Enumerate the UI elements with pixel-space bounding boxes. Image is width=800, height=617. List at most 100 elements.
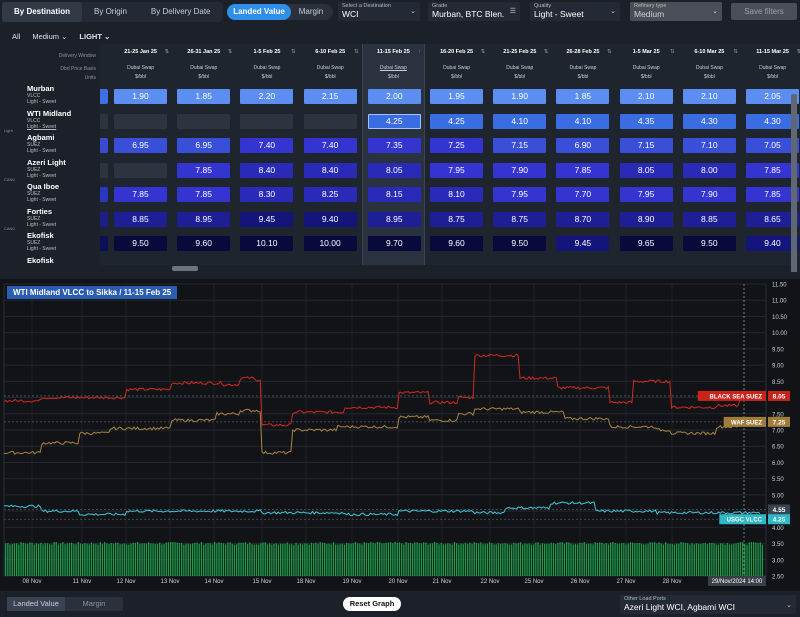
grade-select[interactable]: Grade Murban, BTC Blen... ☰ — [428, 2, 520, 21]
other-load-ports-select[interactable]: Other Load Ports Azeri Light WCI, Agbami… — [620, 595, 796, 614]
sort-icon[interactable]: ⇅ — [165, 49, 170, 55]
graph-canvas[interactable]: 11.5011.0010.5010.009.509.008.508.007.50… — [0, 279, 800, 591]
price-cell[interactable]: 9.70 — [367, 236, 421, 251]
horizontal-scroll-thumb[interactable] — [172, 266, 198, 271]
price-cell[interactable]: 7.85 — [114, 187, 167, 202]
price-cell[interactable]: 7.95 — [430, 162, 483, 178]
tab-by-destination[interactable]: By Destination — [2, 2, 83, 22]
crude-row-label[interactable]: Agbami SUEZ Light - Sweet — [27, 134, 99, 155]
price-cell[interactable]: 7.70 — [556, 187, 610, 202]
price-cell[interactable]: 8.75 — [493, 211, 547, 227]
column-header[interactable]: 1-5 Feb 25 ⇅ — [235, 49, 298, 55]
landed-value-toggle[interactable]: Landed Value — [227, 4, 291, 20]
crude-row-label[interactable]: Forties SUEZ Light - Sweet — [27, 207, 99, 228]
column-header[interactable]: 26-28 Feb 25 ⇅ — [551, 49, 614, 55]
price-cell[interactable]: 8.95 — [367, 211, 421, 227]
price-cell[interactable]: 8.90 — [619, 211, 673, 227]
column-header[interactable]: 26-31 Jan 25 ⇅ — [172, 49, 235, 55]
price-cell[interactable]: 7.15 — [619, 138, 673, 153]
sort-icon[interactable]: ⇅ — [670, 49, 675, 55]
price-cell[interactable]: 2.20 — [240, 89, 294, 104]
price-cell[interactable]: 10.10 — [240, 236, 294, 251]
price-cell[interactable] — [240, 113, 294, 129]
sort-icon[interactable]: ⇅ — [797, 49, 800, 55]
price-cell[interactable]: 8.75 — [430, 211, 483, 227]
graph-margin-toggle[interactable]: Margin — [65, 597, 123, 611]
price-cell[interactable]: 8.70 — [556, 211, 610, 227]
price-cell[interactable]: 1.90 — [114, 89, 167, 104]
price-cell[interactable]: 8.85 — [114, 211, 167, 227]
sort-icon[interactable]: ⇅ — [354, 49, 359, 55]
price-cell[interactable]: 8.40 — [303, 162, 357, 178]
crude-row-label[interactable]: Qua Iboe SUEZ Light - Sweet — [27, 183, 99, 204]
price-cell[interactable]: 8.40 — [240, 162, 294, 178]
price-cell[interactable]: 2.10 — [682, 89, 736, 104]
price-cell[interactable]: 7.35 — [367, 138, 421, 153]
crude-row-label[interactable]: Ekofisk — [27, 256, 99, 265]
price-cell[interactable]: 7.85 — [556, 162, 610, 178]
price-cell[interactable]: 1.85 — [177, 89, 231, 104]
price-cell[interactable]: 7.90 — [493, 162, 547, 178]
refinery-type-select[interactable]: Refinery type Medium ⌄ — [630, 2, 722, 21]
sort-icon[interactable]: ⇅ — [481, 49, 486, 55]
price-cell[interactable]: 6.95 — [177, 138, 231, 153]
price-cell[interactable] — [114, 113, 167, 129]
save-filters-button[interactable]: Save filters — [731, 3, 797, 20]
crude-row-label[interactable]: Ekofisk SUEZ Light - Sweet — [27, 232, 99, 253]
price-cell[interactable] — [114, 162, 167, 178]
price-cell[interactable]: 8.30 — [240, 187, 294, 202]
price-cell[interactable]: 4.25 — [430, 113, 483, 129]
tab-by-delivery-date[interactable]: By Delivery Date — [139, 2, 223, 22]
price-cell[interactable]: 8.95 — [177, 211, 231, 227]
column-header[interactable]: 11-15 Mar 25 ⇅ — [741, 49, 800, 55]
price-cell[interactable]: 7.40 — [303, 138, 357, 153]
price-cell[interactable]: 7.40 — [240, 138, 294, 153]
sort-icon[interactable]: ⇅ — [733, 49, 738, 55]
filter-light[interactable]: LIGHT ⌄ — [79, 32, 110, 41]
price-cell[interactable]: 4.10 — [556, 113, 610, 129]
price-cell[interactable]: 4.10 — [493, 113, 547, 129]
price-cell[interactable] — [177, 113, 231, 129]
filter-all[interactable]: All — [12, 32, 20, 41]
column-header[interactable]: 1-5 Mar 25 ⇅ — [615, 49, 678, 55]
column-header[interactable]: 6-10 Mar 25 ⇅ — [678, 49, 741, 55]
price-cell[interactable]: 7.90 — [682, 187, 736, 202]
price-cell[interactable]: 9.50 — [682, 236, 736, 251]
crude-row-label[interactable]: WTI Midland VLCC Light - Sweet — [27, 109, 99, 130]
margin-toggle[interactable]: Margin — [291, 4, 331, 20]
price-cell[interactable]: 2.00 — [367, 89, 421, 104]
quality-select[interactable]: Quality Light - Sweet ⌄ — [530, 2, 620, 21]
price-cell[interactable]: 2.10 — [619, 89, 673, 104]
price-cell[interactable]: 4.35 — [619, 113, 673, 129]
column-header[interactable]: 11-15 Feb 25 ↑ — [363, 49, 424, 55]
sort-icon[interactable]: ⇅ — [228, 49, 233, 55]
price-cell[interactable]: 8.00 — [682, 162, 736, 178]
sort-icon[interactable]: ⇅ — [607, 49, 612, 55]
column-header[interactable]: 6-10 Feb 25 ⇅ — [299, 49, 362, 55]
price-cell[interactable]: 9.65 — [619, 236, 673, 251]
price-cell[interactable]: 4.30 — [682, 113, 736, 129]
price-cell[interactable]: 1.90 — [493, 89, 547, 104]
price-cell[interactable]: 6.90 — [556, 138, 610, 153]
price-cell[interactable]: 9.45 — [240, 211, 294, 227]
horizontal-scrollbar[interactable] — [100, 265, 790, 272]
price-cell[interactable]: 9.60 — [177, 236, 231, 251]
price-cell[interactable]: 7.85 — [177, 162, 231, 178]
price-cell[interactable]: 8.15 — [367, 187, 421, 202]
price-cell[interactable]: 8.25 — [303, 187, 357, 202]
price-cell[interactable]: 9.40 — [303, 211, 357, 227]
price-cell[interactable]: 8.10 — [430, 187, 483, 202]
price-cell[interactable]: 7.95 — [619, 187, 673, 202]
price-cell[interactable]: 9.50 — [114, 236, 167, 251]
price-cell[interactable]: 9.60 — [430, 236, 483, 251]
price-cell[interactable]: 7.25 — [430, 138, 483, 153]
price-cell[interactable]: 1.85 — [556, 89, 610, 104]
sort-icon[interactable]: ⇅ — [544, 49, 549, 55]
price-cell[interactable]: 8.85 — [682, 211, 736, 227]
column-header[interactable]: 16-20 Feb 25 ⇅ — [425, 49, 488, 55]
price-cell[interactable]: 6.95 — [114, 138, 167, 153]
price-cell[interactable]: 8.05 — [619, 162, 673, 178]
price-cell[interactable]: 7.15 — [493, 138, 547, 153]
price-cell[interactable]: 10.00 — [303, 236, 357, 251]
sort-icon[interactable]: ⇅ — [291, 49, 296, 55]
